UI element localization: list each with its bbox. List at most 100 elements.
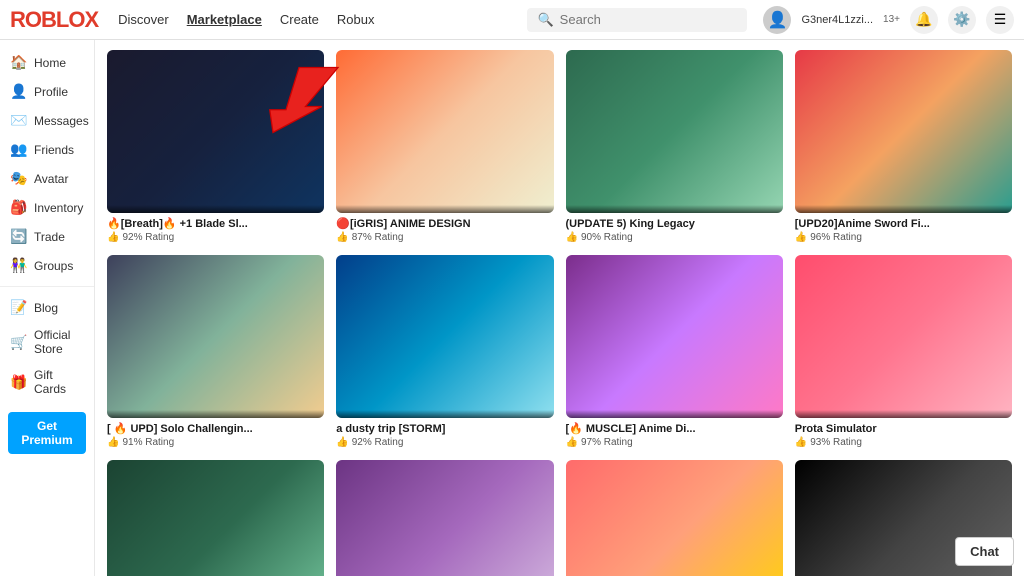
sidebar-section-extra: 📝 Blog 🛒 Official Store 🎁 Gift Cards bbox=[0, 286, 94, 402]
notification-icon[interactable]: 🔔 bbox=[910, 6, 938, 34]
game-card[interactable]: Prota Simulator👍93% Rating bbox=[795, 255, 1012, 448]
rating-thumb-icon: 👍 bbox=[566, 437, 578, 448]
game-thumbnail bbox=[336, 50, 553, 213]
game-thumbnail-overlay bbox=[566, 410, 783, 418]
game-card[interactable]: [🔥 MUSCLE] Anime Di...👍97% Rating bbox=[566, 255, 783, 448]
sidebar-item-official-store[interactable]: 🛒 Official Store bbox=[0, 322, 94, 362]
sidebar-item-groups[interactable]: 👫 Groups bbox=[0, 251, 94, 280]
game-thumbnail bbox=[107, 460, 324, 576]
game-title: [ 🔥 UPD] Solo Challengin... bbox=[107, 422, 324, 436]
sidebar-label-avatar: Avatar bbox=[34, 172, 68, 186]
game-card[interactable]: [ 🔥 UPD] Solo Challengin...👍91% Rating bbox=[107, 255, 324, 448]
settings-icon[interactable]: ⚙️ bbox=[948, 6, 976, 34]
nav-marketplace[interactable]: Marketplace bbox=[187, 12, 262, 27]
sidebar-label-inventory: Inventory bbox=[34, 201, 83, 215]
sidebar-item-gift-cards[interactable]: 🎁 Gift Cards bbox=[0, 362, 94, 402]
sidebar-item-profile[interactable]: 👤 Profile bbox=[0, 77, 94, 106]
get-premium-button[interactable]: Get Premium bbox=[8, 412, 86, 454]
game-thumbnail bbox=[336, 460, 553, 576]
game-title: a dusty trip [STORM] bbox=[336, 422, 553, 436]
nav-discover[interactable]: Discover bbox=[118, 12, 169, 27]
game-card[interactable]: 🐾 Pet Simulator 99!👍97% Rating bbox=[566, 460, 783, 576]
game-rating: 👍91% Rating bbox=[107, 437, 324, 448]
menu-icon[interactable]: ☰ bbox=[986, 6, 1014, 34]
game-title: [🔥 MUSCLE] Anime Di... bbox=[566, 422, 783, 436]
search-icon: 🔍 bbox=[537, 12, 553, 28]
game-rating: 👍96% Rating bbox=[795, 232, 1012, 243]
rating-thumb-icon: 👍 bbox=[795, 232, 807, 243]
sidebar-label-profile: Profile bbox=[34, 85, 68, 99]
rating-value: 92% Rating bbox=[122, 232, 174, 243]
sidebar-label-blog: Blog bbox=[34, 301, 58, 315]
groups-icon: 👫 bbox=[10, 257, 26, 274]
game-card[interactable]: a dusty trip [STORM]👍 92% Rating bbox=[336, 255, 553, 448]
sidebar-label-friends: Friends bbox=[34, 143, 74, 157]
game-card[interactable]: (UPDATE 5) King Legacy👍90% Rating bbox=[566, 50, 783, 243]
sidebar-item-avatar[interactable]: 🎭 Avatar bbox=[0, 164, 94, 193]
game-thumbnail bbox=[795, 255, 1012, 418]
username-label[interactable]: G3ner4L1zzi... bbox=[801, 14, 873, 26]
game-thumbnail-overlay bbox=[107, 205, 324, 213]
sidebar-item-trade[interactable]: 🔄 Trade bbox=[0, 222, 94, 251]
sidebar-item-blog[interactable]: 📝 Blog bbox=[0, 293, 94, 322]
avatar-icon: 🎭 bbox=[10, 170, 26, 187]
rating-thumb-icon: 👍 bbox=[336, 232, 348, 243]
rating-thumb-icon: 👍 bbox=[107, 437, 119, 448]
rating-value: 87% Rating bbox=[352, 232, 404, 243]
game-title: Prota Simulator bbox=[795, 422, 1012, 436]
game-thumbnail bbox=[795, 50, 1012, 213]
game-rating: 👍93% Rating bbox=[795, 437, 1012, 448]
game-card[interactable]: Robending Online Beta👍91% Rating bbox=[107, 460, 324, 576]
chat-button[interactable]: Chat bbox=[955, 537, 1014, 566]
rating-thumb-icon: 👍 bbox=[336, 437, 348, 448]
sidebar-item-messages[interactable]: ✉️ Messages bbox=[0, 106, 94, 135]
search-input[interactable] bbox=[560, 12, 738, 27]
game-thumbnail-overlay bbox=[107, 410, 324, 418]
nav-links: Discover Marketplace Create Robux bbox=[118, 12, 511, 27]
nav-create[interactable]: Create bbox=[280, 12, 319, 27]
rating-value: 93% Rating bbox=[810, 437, 862, 448]
age-badge: 13+ bbox=[883, 14, 900, 25]
sidebar-item-inventory[interactable]: 🎒 Inventory bbox=[0, 193, 94, 222]
game-rating: 👍 92% Rating bbox=[336, 437, 553, 448]
rating-thumb-icon: 👍 bbox=[566, 232, 578, 243]
nav-robux[interactable]: Robux bbox=[337, 12, 375, 27]
game-title: 🔴[iGRIS] ANIME DESIGN bbox=[336, 217, 553, 231]
rating-value: 90% Rating bbox=[581, 232, 633, 243]
game-rating: 👍 87% Rating bbox=[336, 232, 553, 243]
content-area: 🔥[Breath]🔥 +1 Blade Sl...👍92% Rating🔴[iG… bbox=[95, 40, 1024, 576]
main-layout: 🏠 Home 👤 Profile ✉️ Messages 👥 Friends 🎭… bbox=[0, 40, 1024, 576]
rating-value: 91% Rating bbox=[122, 437, 174, 448]
game-thumbnail-overlay bbox=[795, 205, 1012, 213]
game-title: (UPDATE 5) King Legacy bbox=[566, 217, 783, 231]
nav-icons: 👤 G3ner4L1zzi... 13+ 🔔 ⚙️ ☰ bbox=[763, 6, 1014, 34]
home-icon: 🏠 bbox=[10, 54, 26, 71]
sidebar-label-groups: Groups bbox=[34, 259, 73, 273]
sidebar: 🏠 Home 👤 Profile ✉️ Messages 👥 Friends 🎭… bbox=[0, 40, 95, 576]
sidebar-label-gift-cards: Gift Cards bbox=[34, 368, 84, 396]
game-card[interactable]: 🔥[Breath]🔥 +1 Blade Sl...👍92% Rating bbox=[107, 50, 324, 243]
game-thumbnail bbox=[107, 255, 324, 418]
rating-value: 96% Rating bbox=[810, 232, 862, 243]
game-rating: 👍92% Rating bbox=[107, 232, 324, 243]
rating-value: 92% Rating bbox=[352, 437, 404, 448]
game-card[interactable]: untitled boxing game 🔴👍83% Rating bbox=[336, 460, 553, 576]
game-rating: 👍90% Rating bbox=[566, 232, 783, 243]
game-thumbnail-overlay bbox=[336, 205, 553, 213]
game-thumbnail bbox=[566, 50, 783, 213]
blog-icon: 📝 bbox=[10, 299, 26, 316]
sidebar-label-messages: Messages bbox=[34, 114, 89, 128]
messages-icon: ✉️ bbox=[10, 112, 26, 129]
inventory-icon: 🎒 bbox=[10, 199, 26, 216]
game-thumbnail-overlay bbox=[336, 410, 553, 418]
sidebar-item-friends[interactable]: 👥 Friends bbox=[0, 135, 94, 164]
roblox-logo[interactable]: ROBLOX bbox=[10, 7, 98, 33]
game-card[interactable]: [UPD20]Anime Sword Fi...👍96% Rating bbox=[795, 50, 1012, 243]
sidebar-label-trade: Trade bbox=[34, 230, 65, 244]
game-card[interactable]: 🔴[iGRIS] ANIME DESIGN👍 87% Rating bbox=[336, 50, 553, 243]
rating-value: 97% Rating bbox=[581, 437, 633, 448]
sidebar-item-home[interactable]: 🏠 Home bbox=[0, 48, 94, 77]
trade-icon: 🔄 bbox=[10, 228, 26, 245]
avatar[interactable]: 👤 bbox=[763, 6, 791, 34]
search-bar[interactable]: 🔍 bbox=[527, 8, 747, 32]
